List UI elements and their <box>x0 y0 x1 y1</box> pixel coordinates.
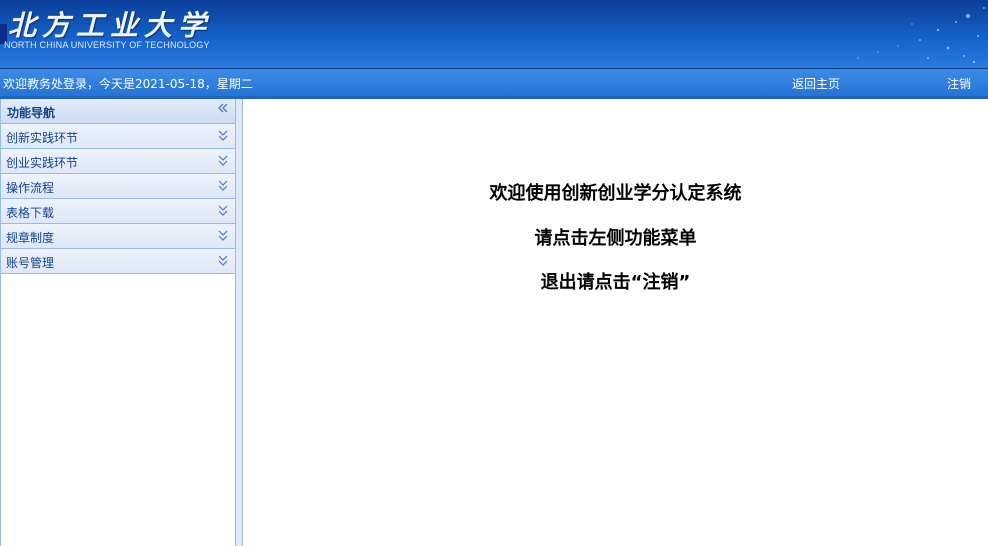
double-chevron-down-icon <box>218 155 228 166</box>
sidebar-nav: 功能导航 创新实践环节 创业实践环节 操作流程 表格下载 规章制度 账号管理 <box>0 99 236 546</box>
sidebar-header: 功能导航 <box>1 99 235 124</box>
sidebar-item-regulations[interactable]: 规章制度 <box>1 224 235 249</box>
sidebar-title: 功能导航 <box>7 106 56 120</box>
logout-instruction-text: 退出请点击“注销” <box>540 272 691 293</box>
instruction-text: 请点击左侧功能菜单 <box>534 228 697 249</box>
sidebar-item-label: 规章制度 <box>6 231 55 245</box>
double-chevron-down-icon <box>218 255 228 266</box>
sidebar-item-entrepreneurship[interactable]: 创业实践环节 <box>1 149 235 174</box>
banner-sparkle-decoration <box>857 7 985 64</box>
sidebar-item-label: 账号管理 <box>6 256 55 270</box>
logout-link[interactable]: 注销 <box>947 75 971 92</box>
double-chevron-down-icon <box>218 130 228 141</box>
main-content: 欢迎使用创新创业学分认定系统 请点击左侧功能菜单 退出请点击“注销” <box>242 99 988 546</box>
home-link[interactable]: 返回主页 <box>792 75 840 92</box>
double-chevron-left-icon[interactable] <box>217 102 229 118</box>
header-banner: 北方工业大学 NORTH CHINA UNIVERSITY OF TECHNOL… <box>0 0 988 69</box>
sidebar-item-label: 操作流程 <box>6 181 55 195</box>
sidebar-item-label: 创新实践环节 <box>6 131 79 145</box>
double-chevron-down-icon <box>218 230 228 241</box>
sidebar-item-downloads[interactable]: 表格下载 <box>1 199 235 224</box>
sidebar-item-procedure[interactable]: 操作流程 <box>1 174 235 199</box>
sidebar-item-label: 创业实践环节 <box>6 156 79 170</box>
double-chevron-down-icon <box>218 205 228 216</box>
sidebar-item-label: 表格下载 <box>6 206 55 220</box>
sidebar-item-account[interactable]: 账号管理 <box>1 249 235 274</box>
app-window: 北方工业大学 NORTH CHINA UNIVERSITY OF TECHNOL… <box>0 0 988 546</box>
university-logo-en: NORTH CHINA UNIVERSITY OF TECHNOLOGY <box>4 40 210 50</box>
welcome-message: 欢迎教务处登录，今天是2021-05-18，星期二 <box>3 77 253 91</box>
welcome-heading: 欢迎使用创新创业学分认定系统 <box>489 183 742 204</box>
university-logo-cn: 北方工业大学 <box>8 9 213 42</box>
status-bar: 欢迎教务处登录，今天是2021-05-18，星期二 返回主页 注销 <box>0 69 988 99</box>
sidebar-item-innovation[interactable]: 创新实践环节 <box>1 124 235 149</box>
double-chevron-down-icon <box>218 180 228 191</box>
